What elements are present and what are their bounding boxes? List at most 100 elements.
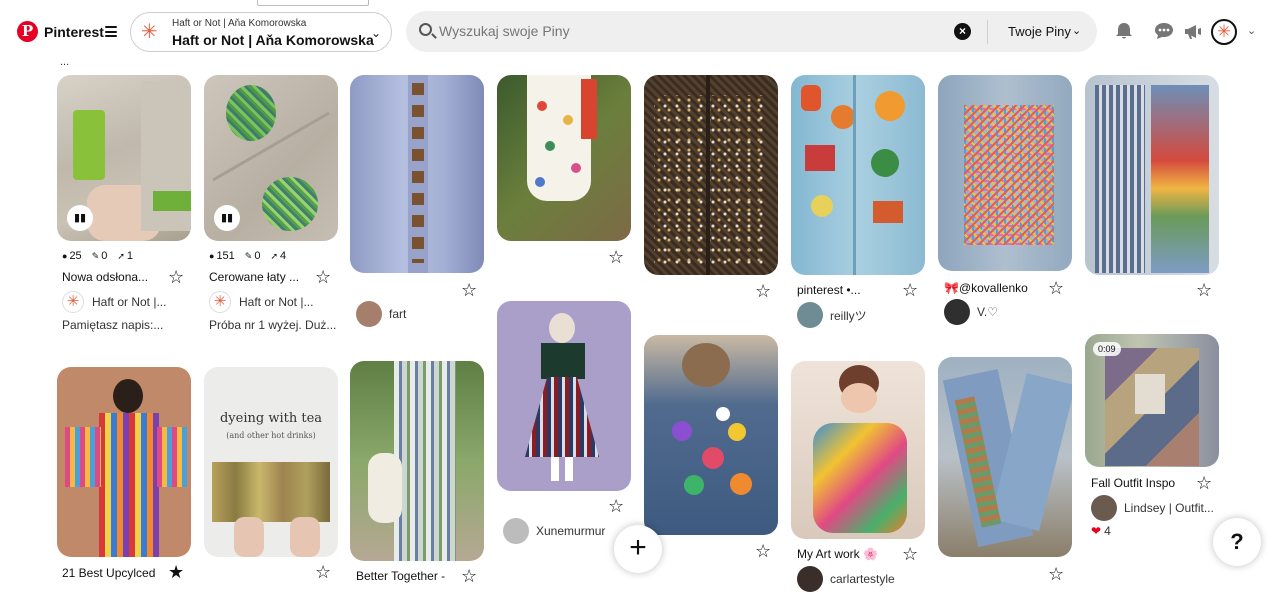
pin-title[interactable]: Cerowane łaty ... <box>209 270 299 284</box>
star-icon[interactable]: ☆ <box>608 248 624 266</box>
user-name: Lindsey | Outfit... <box>1124 501 1214 515</box>
pin-card[interactable] <box>644 75 778 277</box>
user-avatar <box>1091 495 1117 521</box>
pin-image[interactable] <box>644 75 778 275</box>
pin-card[interactable] <box>497 301 631 493</box>
pin-card[interactable]: 0:09 <box>1085 334 1219 469</box>
reaction-count: 4 <box>1104 524 1111 538</box>
pin-image[interactable] <box>938 75 1072 271</box>
star-icon[interactable]: ☆ <box>755 542 771 560</box>
star-icon[interactable]: ☆ <box>168 268 184 286</box>
search-input[interactable] <box>439 21 939 41</box>
board-switcher-caption: Haft or Not | Aňa Komorowska <box>172 18 307 29</box>
pin-card[interactable] <box>1085 75 1219 277</box>
user-avatar <box>356 301 382 327</box>
clear-search-icon[interactable]: × <box>954 23 971 40</box>
help-button[interactable]: ? <box>1213 518 1261 566</box>
pin-card[interactable] <box>791 361 925 541</box>
megaphone-icon[interactable] <box>1183 21 1203 41</box>
pin-image[interactable] <box>497 75 631 241</box>
pin-user[interactable]: carlartestyle <box>797 566 895 592</box>
star-icon[interactable]: ☆ <box>1048 565 1064 583</box>
pin-image[interactable] <box>938 357 1072 557</box>
star-icon[interactable]: ☆ <box>1196 474 1212 492</box>
star-icon[interactable]: ☆ <box>755 282 771 300</box>
user-name: Xunemurmur <box>536 524 606 538</box>
star-icon[interactable]: ☆ <box>315 268 331 286</box>
pin-image[interactable] <box>644 335 778 535</box>
pin-card[interactable]: ▮▮ <box>57 75 191 245</box>
chat-icon[interactable] <box>1154 21 1174 41</box>
asterisk-avatar-icon: ✳ <box>141 21 158 43</box>
pin-icon: ✎ <box>91 251 100 261</box>
eye-icon: ● <box>62 251 68 261</box>
pinterest-logo[interactable]: Pinterest <box>17 21 104 42</box>
pin-card[interactable] <box>791 75 925 277</box>
account-chevron-down-icon[interactable]: ⌄ <box>1247 24 1256 37</box>
pin-reactions: ❤ 4 <box>1091 524 1111 538</box>
account-avatar[interactable]: ✳ <box>1211 19 1237 45</box>
user-name: carlartestyle <box>830 572 895 586</box>
pin-image[interactable] <box>57 367 191 557</box>
pin-user[interactable]: fart <box>356 301 406 327</box>
search-bar: × Twoje Piny ⌄ <box>406 11 1097 52</box>
pin-card[interactable] <box>938 357 1072 559</box>
star-icon[interactable]: ☆ <box>1048 279 1064 297</box>
pin-card[interactable] <box>644 335 778 537</box>
star-icon[interactable]: ☆ <box>902 281 918 299</box>
star-icon[interactable]: ☆ <box>461 281 477 299</box>
pin-title[interactable]: 🎀@kovallenko <box>944 281 1028 295</box>
pin-user[interactable]: V.♡ <box>944 299 998 325</box>
pin-user[interactable]: Lindsey | Outfit... <box>1091 495 1214 521</box>
pin-image-text: dyeing with tea <box>219 411 323 426</box>
pin-card[interactable] <box>938 75 1072 273</box>
pin-title[interactable]: Fall Outfit Inspo <box>1091 476 1175 490</box>
pin-card[interactable]: ▮▮ <box>204 75 338 245</box>
pin-title[interactable]: My Art work 🌸 <box>797 547 878 561</box>
pin-image[interactable] <box>350 361 484 561</box>
pin-image[interactable]: dyeing with tea (and other hot drinks) <box>204 367 338 557</box>
hamburger-menu-icon[interactable] <box>105 26 117 37</box>
bell-icon[interactable] <box>1114 21 1134 41</box>
pin-image[interactable] <box>791 361 925 539</box>
star-icon[interactable]: ☆ <box>461 567 477 585</box>
pin-board[interactable]: ✳ Haft or Not |... <box>62 291 166 313</box>
pin-board[interactable]: ✳ Haft or Not |... <box>209 291 313 313</box>
pin-user[interactable]: Xunemurmur <box>503 518 605 544</box>
board-switcher[interactable]: ✳ Haft or Not | Aňa Komorowska Haft or N… <box>130 12 392 52</box>
star-icon[interactable]: ☆ <box>1196 281 1212 299</box>
pin-image[interactable] <box>791 75 925 275</box>
pin-title[interactable]: pinterest •... <box>797 283 861 297</box>
heart-icon: ❤ <box>1091 524 1102 538</box>
pin-icon: ✎ <box>244 251 253 261</box>
pin-title[interactable]: 21 Best Upcylced <box>62 566 155 580</box>
pin-card[interactable] <box>497 75 631 243</box>
pin-image[interactable] <box>350 75 484 273</box>
views-count: 151 <box>216 250 235 262</box>
pin-stats: ● 151 ✎ 0 ➚ 4 <box>209 250 286 262</box>
pin-card[interactable] <box>57 367 191 559</box>
pin-image-subtext: (and other hot drinks) <box>226 431 316 440</box>
pin-card[interactable] <box>350 361 484 561</box>
pin-description: Próba nr 1 wyżej. Duż... <box>209 318 337 332</box>
star-icon[interactable]: ☆ <box>902 545 918 563</box>
pin-card[interactable]: dyeing with tea (and other hot drinks) <box>204 367 338 557</box>
pin-card[interactable] <box>350 75 484 275</box>
pin-title[interactable]: Nowa odsłona... <box>62 270 148 284</box>
stats-icon[interactable]: ▮▮ <box>67 205 93 231</box>
search-divider <box>987 20 988 44</box>
star-icon[interactable]: ☆ <box>608 497 624 515</box>
user-avatar <box>797 302 823 328</box>
stats-icon[interactable]: ▮▮ <box>214 205 240 231</box>
create-pin-button[interactable]: + <box>614 525 662 573</box>
pin-stats: ● 25 ✎ 0 ➚ 1 <box>62 250 133 262</box>
pinterest-logo-icon <box>17 21 38 42</box>
star-icon[interactable]: ☆ <box>315 563 331 581</box>
pin-image[interactable] <box>497 301 631 491</box>
pin-image[interactable] <box>1085 75 1219 275</box>
logo-text: Pinterest <box>44 23 104 40</box>
star-filled-icon[interactable]: ★ <box>168 563 184 581</box>
pin-user[interactable]: reillyツ <box>797 302 867 328</box>
video-duration: 0:09 <box>1093 342 1121 356</box>
search-scope-dropdown[interactable]: Twoje Piny <box>1008 24 1071 39</box>
